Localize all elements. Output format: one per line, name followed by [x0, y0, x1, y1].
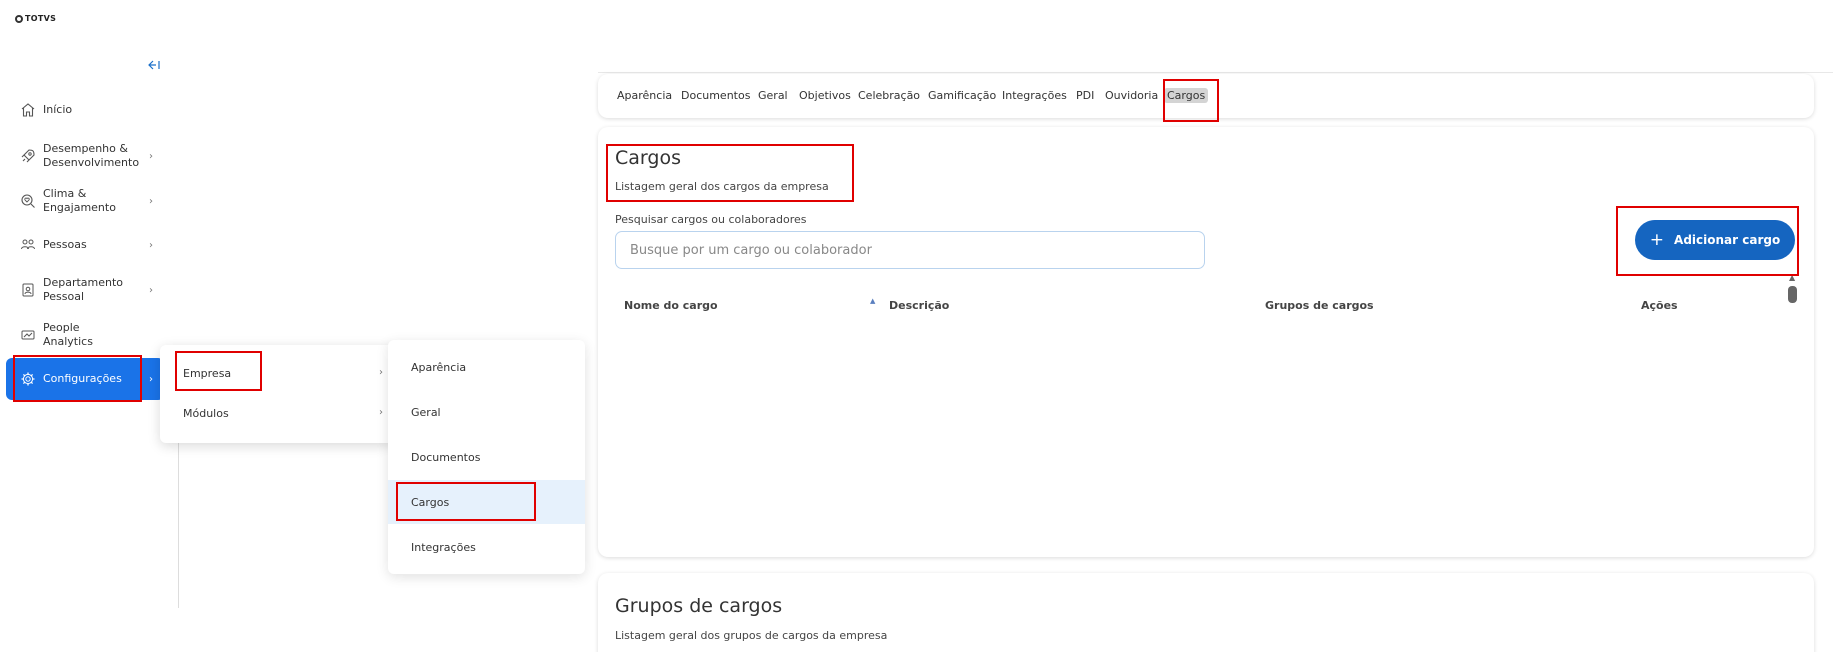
chevron-right-icon: › — [379, 407, 383, 418]
sidebar-item-label: Pessoas — [43, 238, 87, 251]
submenu-item-label: Aparência — [411, 360, 467, 374]
badge-icon — [20, 282, 36, 298]
search-label: Pesquisar cargos ou colaboradores — [615, 213, 807, 226]
sidebar-item-desempenho[interactable]: Desempenho & Desenvolvimento › — [6, 142, 164, 170]
submenu-item-modulos[interactable]: Módulos › — [183, 407, 383, 420]
analytics-icon — [20, 327, 36, 343]
scrollbar-thumb[interactable] — [1788, 286, 1797, 303]
chevron-right-icon: › — [149, 150, 153, 162]
chevron-right-icon: › — [149, 373, 153, 385]
sidebar-item-pessoas[interactable]: Pessoas › — [6, 237, 164, 253]
column-header-grupos[interactable]: Grupos de cargos — [1265, 299, 1374, 312]
chevron-right-icon: › — [379, 367, 383, 378]
column-header-descricao[interactable]: Descrição — [889, 299, 949, 312]
submenu-item-empresa[interactable]: Empresa › — [183, 367, 383, 380]
tab-objetivos[interactable]: Objetivos — [799, 89, 851, 102]
sidebar-item-label: People Analytics — [43, 321, 93, 348]
sidebar-item-label: Início — [43, 103, 73, 116]
submenu-item-label: Empresa — [183, 367, 232, 380]
sidebar-item-departamento[interactable]: Departamento Pessoal › — [6, 276, 164, 304]
sidebar-item-clima[interactable]: Clima & Engajamento › — [6, 187, 164, 215]
submenu-item-cargos[interactable]: Cargos — [388, 480, 585, 524]
sort-asc-icon[interactable]: ▲ — [870, 297, 875, 305]
tab-integracoes[interactable]: Integrações — [1002, 89, 1067, 102]
submenu-item-label: Cargos — [411, 495, 450, 509]
section-title: Grupos de cargos — [615, 595, 783, 617]
tab-geral[interactable]: Geral — [758, 89, 788, 102]
sidebar-item-label: Departamento Pessoal — [43, 276, 124, 303]
column-header-nome[interactable]: Nome do cargo — [624, 299, 718, 312]
tab-documentos[interactable]: Documentos — [681, 89, 750, 102]
sidebar-item-configuracoes[interactable]: Configurações › — [6, 358, 164, 400]
home-icon — [20, 102, 36, 118]
add-cargo-button[interactable]: + Adicionar cargo — [1635, 220, 1795, 260]
collapse-left-icon[interactable] — [148, 60, 160, 73]
header-divider — [598, 72, 1833, 73]
settings-tabs: Aparência Documentos Geral Objetivos Cel… — [598, 74, 1814, 118]
logo-text: TOTVS — [25, 14, 57, 23]
submenu-item-label: Documentos — [411, 450, 481, 464]
gear-icon — [20, 371, 36, 387]
column-header-acoes: Ações — [1641, 299, 1678, 312]
chevron-right-icon: › — [149, 284, 153, 296]
rocket-icon — [20, 148, 36, 164]
sidebar-item-inicio[interactable]: Início — [6, 102, 164, 118]
plus-icon: + — [1649, 230, 1665, 250]
submenu-item-aparencia[interactable]: Aparência — [388, 345, 585, 389]
tab-aparencia[interactable]: Aparência — [617, 89, 672, 102]
submenu-item-geral[interactable]: Geral — [388, 390, 585, 434]
submenu-item-label: Geral — [411, 405, 441, 419]
sidebar-item-label: Desempenho & Desenvolvimento — [43, 142, 140, 169]
chevron-right-icon: › — [149, 239, 153, 251]
people-icon — [20, 237, 36, 253]
tab-cargos[interactable]: Cargos — [1164, 88, 1209, 103]
submenu-item-label: Módulos — [183, 407, 229, 420]
tab-ouvidoria[interactable]: Ouvidoria — [1105, 89, 1158, 102]
grupos-card: Grupos de cargos Listagem geral dos grup… — [598, 573, 1814, 652]
tab-gamificacao[interactable]: Gamificação — [928, 89, 996, 102]
totvs-logo: TOTVS — [15, 14, 56, 23]
add-cargo-label: Adicionar cargo — [1674, 233, 1781, 247]
section-subtitle: Listagem geral dos grupos de cargos da e… — [615, 629, 888, 642]
page-subtitle: Listagem geral dos cargos da empresa — [615, 180, 829, 193]
tab-pdi[interactable]: PDI — [1076, 89, 1094, 102]
cargos-card: Cargos Listagem geral dos cargos da empr… — [598, 127, 1814, 557]
tab-celebracao[interactable]: Celebração — [858, 89, 920, 102]
config-submenu: Empresa › Módulos › — [160, 345, 395, 443]
submenu-item-integracoes[interactable]: Integrações — [388, 525, 585, 569]
sidebar-item-label: Configurações — [43, 372, 122, 385]
logo-ring-icon — [15, 14, 23, 23]
chevron-right-icon: › — [149, 195, 153, 207]
empresa-submenu: Aparência Geral Documentos Cargos Integr… — [388, 340, 585, 574]
submenu-item-label: Integrações — [411, 540, 476, 554]
submenu-item-documentos[interactable]: Documentos — [388, 435, 585, 479]
search-heart-icon — [20, 193, 36, 209]
search-input[interactable] — [615, 231, 1205, 269]
sidebar-item-people-analytics[interactable]: People Analytics — [6, 321, 164, 349]
sidebar-item-label: Clima & Engajamento — [43, 187, 116, 214]
scroll-up-arrow-icon[interactable]: ▲ — [1789, 273, 1795, 282]
page-title: Cargos — [615, 147, 681, 169]
